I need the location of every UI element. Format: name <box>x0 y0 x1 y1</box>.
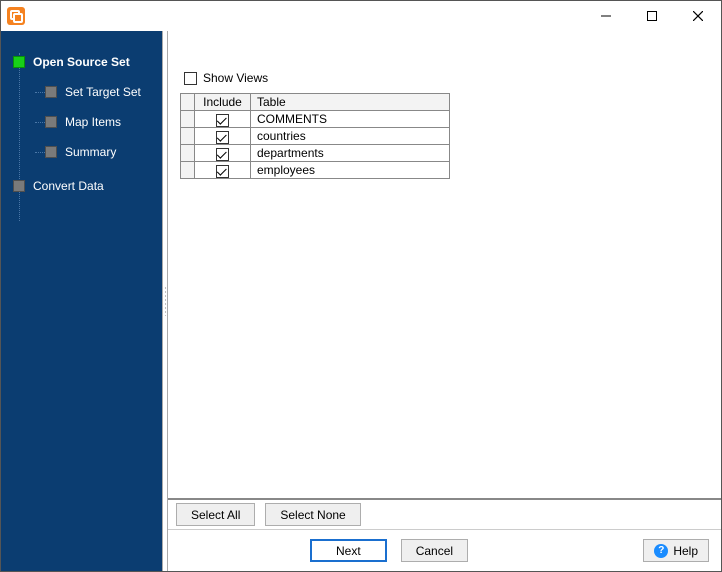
close-button[interactable] <box>675 1 721 31</box>
table-name-cell[interactable]: COMMENTS <box>251 111 450 128</box>
step-marker-icon <box>13 180 25 192</box>
step-open-source-set[interactable]: Open Source Set <box>0 47 162 77</box>
maximize-button[interactable] <box>629 1 675 31</box>
table-name-cell[interactable]: countries <box>251 128 450 145</box>
table-row[interactable]: employees <box>181 162 450 179</box>
tables-grid: Include Table COMMENTS <box>180 93 450 179</box>
wizard-sidebar: Open Source Set Set Target Set Map Items… <box>1 31 162 571</box>
step-marker-icon <box>45 116 57 128</box>
app-icon <box>7 7 25 25</box>
show-views-label: Show Views <box>203 71 268 85</box>
row-header-corner <box>181 94 195 111</box>
main-panel: Show Views Include Table <box>168 31 721 571</box>
help-label: Help <box>673 544 698 558</box>
row-header[interactable] <box>181 162 195 179</box>
checkbox-icon <box>216 114 229 127</box>
cancel-button[interactable]: Cancel <box>401 539 468 562</box>
body: Open Source Set Set Target Set Map Items… <box>1 31 721 571</box>
step-marker-icon <box>45 146 57 158</box>
step-map-items[interactable]: Map Items <box>17 107 162 137</box>
col-include[interactable]: Include <box>195 94 251 111</box>
content-area: Show Views Include Table <box>168 31 721 499</box>
select-none-button[interactable]: Select None <box>265 503 360 526</box>
table-name-cell[interactable]: departments <box>251 145 450 162</box>
row-header[interactable] <box>181 111 195 128</box>
step-label: Set Target Set <box>65 85 141 99</box>
next-button[interactable]: Next <box>310 539 387 562</box>
include-cell[interactable] <box>195 111 251 128</box>
step-summary[interactable]: Summary <box>17 137 162 167</box>
step-convert-data[interactable]: Convert Data <box>0 171 162 201</box>
select-all-button[interactable]: Select All <box>176 503 255 526</box>
show-views-checkbox[interactable]: Show Views <box>184 71 711 85</box>
table-row[interactable]: countries <box>181 128 450 145</box>
step-label: Open Source Set <box>33 55 130 69</box>
include-cell[interactable] <box>195 162 251 179</box>
titlebar <box>1 1 721 31</box>
step-label: Map Items <box>65 115 121 129</box>
wizard-window: Open Source Set Set Target Set Map Items… <box>0 0 722 572</box>
selection-bar: Select All Select None <box>168 499 721 529</box>
checkbox-icon <box>216 131 229 144</box>
help-icon: ? <box>654 544 668 558</box>
checkbox-icon <box>216 148 229 161</box>
table-row[interactable]: departments <box>181 145 450 162</box>
table-row[interactable]: COMMENTS <box>181 111 450 128</box>
help-button[interactable]: ? Help <box>643 539 709 562</box>
row-header[interactable] <box>181 145 195 162</box>
col-table[interactable]: Table <box>251 94 450 111</box>
step-marker-icon <box>13 56 25 68</box>
checkbox-icon <box>184 72 197 85</box>
row-header[interactable] <box>181 128 195 145</box>
table-name-cell[interactable]: employees <box>251 162 450 179</box>
include-cell[interactable] <box>195 128 251 145</box>
step-set-target-set[interactable]: Set Target Set <box>17 77 162 107</box>
checkbox-icon <box>216 165 229 178</box>
step-marker-icon <box>45 86 57 98</box>
step-label: Convert Data <box>33 179 104 193</box>
step-label: Summary <box>65 145 116 159</box>
window-controls <box>583 1 721 31</box>
minimize-button[interactable] <box>583 1 629 31</box>
wizard-footer: Next Cancel ? Help <box>168 529 721 571</box>
include-cell[interactable] <box>195 145 251 162</box>
